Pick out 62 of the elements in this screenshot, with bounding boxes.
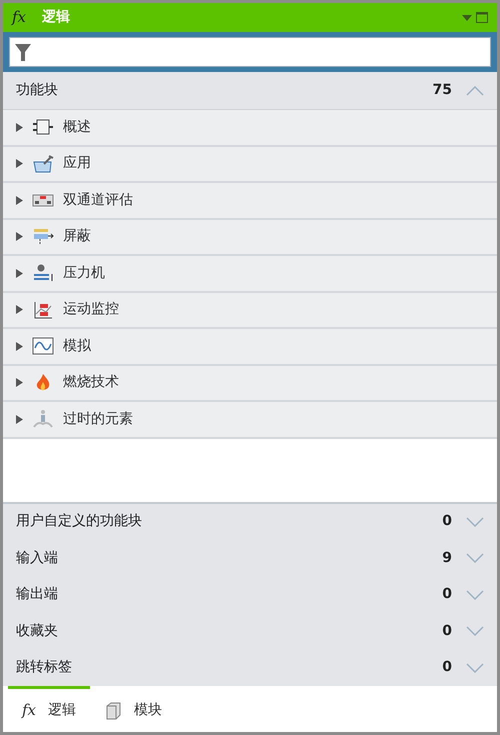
- count-label: 0: [442, 658, 452, 678]
- function-icon: fx: [12, 6, 26, 29]
- press-icon: [32, 263, 54, 284]
- filter-icon: [14, 42, 32, 62]
- section-title: 输入端: [16, 548, 58, 568]
- item-label: 运动监控: [63, 300, 119, 320]
- section-title: 收藏夹: [16, 622, 58, 641]
- count-label: 0: [442, 585, 452, 604]
- section-title: 跳转标签: [16, 658, 72, 678]
- muting-icon: [32, 226, 54, 247]
- module-icon: [104, 702, 122, 720]
- expand-arrow-icon[interactable]: [16, 122, 23, 132]
- analog-wave-icon: [32, 336, 54, 356]
- count-label: 0: [442, 622, 452, 641]
- tree-item[interactable]: 运动监控: [3, 292, 497, 329]
- item-label: 压力机: [63, 264, 105, 283]
- item-label: 模拟: [63, 336, 91, 356]
- count-label: 0: [442, 512, 452, 532]
- tree-item[interactable]: 双通道评估: [3, 183, 497, 220]
- expand-arrow-icon[interactable]: [16, 305, 23, 314]
- section-title: 输出端: [16, 585, 58, 604]
- function-icon: fx: [22, 699, 36, 722]
- maximize-icon[interactable]: [476, 12, 488, 23]
- tree-item[interactable]: 概述: [3, 110, 497, 146]
- item-label: 应用: [63, 154, 91, 174]
- expand-arrow-icon[interactable]: [16, 378, 23, 388]
- expand-arrow-icon[interactable]: [16, 232, 23, 242]
- section-title: 功能块: [16, 81, 58, 100]
- section-row[interactable]: 输出端 0: [3, 576, 497, 613]
- tree-item[interactable]: 过时的元素: [3, 402, 497, 438]
- expand-arrow-icon[interactable]: [16, 196, 23, 205]
- tree-item[interactable]: 压力机: [3, 256, 497, 292]
- logic-block-icon: [32, 117, 54, 138]
- window-title: 逻辑: [42, 8, 70, 27]
- expand-arrow-icon[interactable]: [16, 342, 23, 351]
- item-label: 双通道评估: [63, 190, 133, 210]
- count-label: 75: [432, 81, 452, 100]
- item-label: 过时的元素: [63, 410, 133, 429]
- tree-item[interactable]: 应用: [3, 146, 497, 183]
- item-label: 屏蔽: [63, 227, 91, 246]
- section-row[interactable]: 用户自定义的功能块 0: [3, 504, 497, 540]
- count-label: 9: [442, 548, 452, 568]
- tree-item[interactable]: 屏蔽: [3, 220, 497, 256]
- expand-arrow-icon[interactable]: [16, 268, 23, 278]
- filter-field[interactable]: [9, 37, 491, 67]
- section-header[interactable]: 功能块 75: [3, 72, 497, 110]
- section-row[interactable]: 输入端 9: [3, 540, 497, 576]
- wrench-icon: [32, 154, 54, 174]
- section-title: 用户自定义的功能块: [16, 512, 142, 532]
- figure-icon: [32, 409, 54, 430]
- tab[interactable]: 模块: [90, 686, 176, 732]
- item-label: 燃烧技术: [63, 373, 119, 392]
- tree-item[interactable]: 模拟: [3, 329, 497, 366]
- motion-monitor-icon: [32, 300, 54, 320]
- tree-item[interactable]: 燃烧技术: [3, 366, 497, 402]
- item-label: 概述: [63, 118, 91, 137]
- dropdown-icon[interactable]: [462, 14, 472, 20]
- section-row[interactable]: 收藏夹 0: [3, 613, 497, 650]
- tab[interactable]: fx 逻辑: [8, 686, 90, 732]
- section-row[interactable]: 跳转标签 0: [3, 650, 497, 686]
- expand-arrow-icon[interactable]: [16, 414, 23, 424]
- expand-arrow-icon[interactable]: [16, 159, 23, 168]
